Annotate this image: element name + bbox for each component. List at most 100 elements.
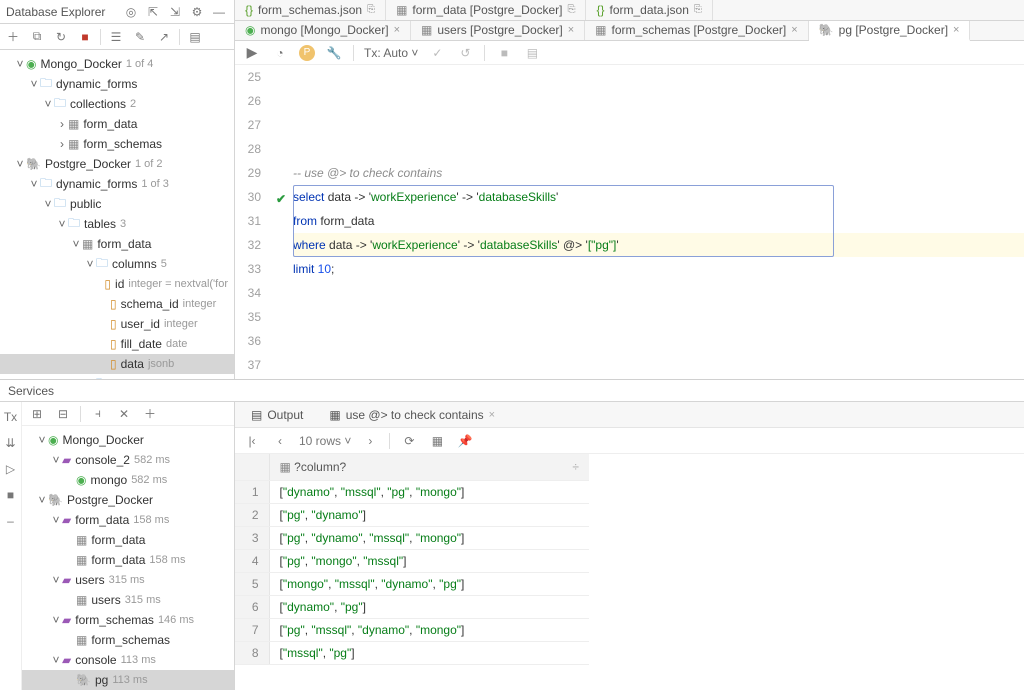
file-tab[interactable]: {}form_schemas.json⎘ — [235, 0, 386, 20]
settings-icon[interactable]: ▤ — [523, 44, 541, 62]
add-svc-icon[interactable]: ＋ — [141, 405, 159, 423]
service-node[interactable]: ▦form_data158 ms — [22, 550, 234, 570]
expand-icon[interactable]: ⇲ — [166, 3, 184, 21]
tree-node-pg_keys[interactable]: ›🗀keys1 — [0, 374, 234, 379]
play-gutter-icon[interactable]: ▷ — [2, 460, 20, 478]
first-page-icon[interactable]: |‹ — [243, 432, 261, 450]
wrench-icon[interactable]: 🔧 — [325, 44, 343, 62]
refresh-icon[interactable]: ↻ — [52, 28, 70, 46]
result-grid[interactable]: ▦ ?column?÷ 1["dynamo", "mssql", "pg", "… — [235, 454, 1024, 690]
gear-icon[interactable]: ⚙ — [188, 3, 206, 21]
console-tab[interactable]: 🐘pg [Postgre_Docker]× — [809, 21, 971, 41]
collapse-icon[interactable]: ⇱ — [144, 3, 162, 21]
result-row[interactable]: 5["mongo", "mssql", "dynamo", "pg"] — [235, 572, 589, 595]
file-tabs[interactable]: {}form_schemas.json⎘▦form_data [Postgre_… — [235, 0, 1024, 21]
service-node[interactable]: ˅▰users315 ms — [22, 570, 234, 590]
services-tree[interactable]: ˅◉Mongo_Docker˅▰console_2582 ms◉mongo582… — [22, 426, 234, 690]
result-row[interactable]: 7["pg", "mssql", "dynamo", "mongo"] — [235, 618, 589, 641]
console-tab[interactable]: ▦users [Postgre_Docker]× — [411, 21, 585, 41]
service-node[interactable]: ˅▰form_schemas146 ms — [22, 610, 234, 630]
tree-node-c_user[interactable]: ▯user_idinteger — [0, 314, 234, 334]
copy-icon[interactable]: ⧉ — [28, 28, 46, 46]
console-tab[interactable]: ◉mongo [Mongo_Docker]× — [235, 21, 411, 41]
file-tab[interactable]: ▦form_data [Postgre_Docker]⎘ — [386, 0, 586, 20]
tree-node-mongo[interactable]: ˅◉Mongo_Docker1 of 4 — [0, 54, 234, 74]
commit-icon[interactable]: ✓ — [428, 44, 446, 62]
pin-icon[interactable]: 📌 — [456, 432, 474, 450]
tree-node-c_schema[interactable]: ▯schema_idinteger — [0, 294, 234, 314]
console-icon[interactable]: ▤ — [186, 28, 204, 46]
close-icon[interactable]: × — [791, 24, 797, 36]
tree-node-pg_tables[interactable]: ˅🗀tables3 — [0, 214, 234, 234]
service-node[interactable]: ˅▰form_data158 ms — [22, 510, 234, 530]
layout-icon[interactable]: ⫞ — [89, 405, 107, 423]
stop-run-icon[interactable]: ■ — [495, 44, 513, 62]
run-icon[interactable]: ▶ — [243, 44, 261, 62]
result-row[interactable]: 1["dynamo", "mssql", "pg", "mongo"] — [235, 480, 589, 503]
rows-count[interactable]: 10 rows ˅ — [299, 434, 351, 448]
tree-node-c_data[interactable]: ▯datajsonb — [0, 354, 234, 374]
service-node[interactable]: ▦users315 ms — [22, 590, 234, 610]
reload-icon[interactable]: ⟳ — [400, 432, 418, 450]
file-tab[interactable]: {}form_data.json⎘ — [586, 0, 712, 20]
result-row[interactable]: 3["pg", "dynamo", "mssql", "mongo"] — [235, 526, 589, 549]
tree-collapse-icon[interactable]: ⊟ — [54, 405, 72, 423]
service-node[interactable]: 🐘pg113 ms — [22, 670, 234, 690]
output-tabs[interactable]: ▤Output ▦use @> to check contains× — [235, 402, 1024, 428]
stop-gutter-icon[interactable]: ■ — [2, 486, 20, 504]
close-icon[interactable]: × — [394, 24, 400, 36]
tab-result[interactable]: ▦use @> to check contains× — [321, 405, 503, 425]
service-node[interactable]: ˅▰console113 ms — [22, 650, 234, 670]
result-row[interactable]: 6["dynamo", "pg"] — [235, 595, 589, 618]
kill-icon[interactable]: ✕ — [115, 405, 133, 423]
tree-node-mongo_c2[interactable]: ›▦form_schemas — [0, 134, 234, 154]
console-tab[interactable]: ▦form_schemas [Postgre_Docker]× — [585, 21, 809, 41]
editor-toolbar: ▶ ◔ P 🔧 Tx: Auto ˅ ✓ ↺ ■ ▤ — [235, 41, 1024, 65]
edit-icon[interactable]: ✎ — [131, 28, 149, 46]
service-node[interactable]: ˅◉Mongo_Docker — [22, 430, 234, 450]
hide-icon[interactable]: — — [210, 3, 228, 21]
tree-node-mongo_coll[interactable]: ˅🗀collections2 — [0, 94, 234, 114]
tree-expand-icon[interactable]: ⊞ — [28, 405, 46, 423]
result-row[interactable]: 2["pg", "dynamo"] — [235, 503, 589, 526]
explain-icon[interactable]: P — [299, 45, 315, 61]
expand-all-icon[interactable]: ⇊ — [2, 434, 20, 452]
stop-icon[interactable]: ■ — [76, 28, 94, 46]
jump-icon[interactable]: ↗ — [155, 28, 173, 46]
service-node[interactable]: ▦form_schemas — [22, 630, 234, 650]
tree-node-pg_db[interactable]: ˅🗀dynamic_forms1 of 3 — [0, 174, 234, 194]
rollback-icon[interactable]: ↺ — [456, 44, 474, 62]
tree-node-c_id[interactable]: ▯idinteger = nextval('for — [0, 274, 234, 294]
target-icon[interactable]: ◎ — [122, 3, 140, 21]
service-node[interactable]: ˅🐘Postgre_Docker — [22, 490, 234, 510]
tree-node-pg_t1[interactable]: ˅▦form_data — [0, 234, 234, 254]
minus-gutter-icon[interactable]: – — [2, 512, 20, 530]
close-icon[interactable]: × — [489, 409, 495, 421]
close-icon[interactable]: × — [953, 24, 959, 36]
result-row[interactable]: 4["pg", "mongo", "mssql"] — [235, 549, 589, 572]
next-page-icon[interactable]: › — [361, 432, 379, 450]
code-editor[interactable]: 25262728293031323334353637 ✔ -- use @> t… — [235, 65, 1024, 379]
tab-output[interactable]: ▤Output — [243, 405, 311, 425]
tree-node-mongo_db[interactable]: ˅🗀dynamic_forms — [0, 74, 234, 94]
service-node[interactable]: ˅▰console_2582 ms — [22, 450, 234, 470]
view-icon[interactable]: ▦ — [428, 432, 446, 450]
tree-node-pg_pub[interactable]: ˅🗀public — [0, 194, 234, 214]
database-tree[interactable]: ˅◉Mongo_Docker1 of 4˅🗀dynamic_forms˅🗀col… — [0, 50, 234, 379]
service-node[interactable]: ▦form_data — [22, 530, 234, 550]
result-row[interactable]: 8["mssql", "pg"] — [235, 641, 589, 664]
tx-mode[interactable]: Tx: Auto ˅ — [364, 46, 418, 60]
close-icon[interactable]: × — [568, 24, 574, 36]
history-icon[interactable]: ◔ — [271, 44, 289, 62]
add-icon[interactable]: ＋ — [4, 28, 22, 46]
tree-node-c_fill[interactable]: ▯fill_datedate — [0, 334, 234, 354]
tree-node-mongo_c1[interactable]: ›▦form_data — [0, 114, 234, 134]
column-header[interactable]: ▦ ?column?÷ — [269, 454, 589, 480]
service-node[interactable]: ◉mongo582 ms — [22, 470, 234, 490]
tree-node-pg_cols[interactable]: ˅🗀columns5 — [0, 254, 234, 274]
tree-node-pg[interactable]: ˅🐘Postgre_Docker1 of 2 — [0, 154, 234, 174]
console-tabs[interactable]: ◉mongo [Mongo_Docker]×▦users [Postgre_Do… — [235, 21, 1024, 42]
filter-icon[interactable]: ☰ — [107, 28, 125, 46]
tx-icon[interactable]: Tx — [2, 408, 20, 426]
prev-page-icon[interactable]: ‹ — [271, 432, 289, 450]
